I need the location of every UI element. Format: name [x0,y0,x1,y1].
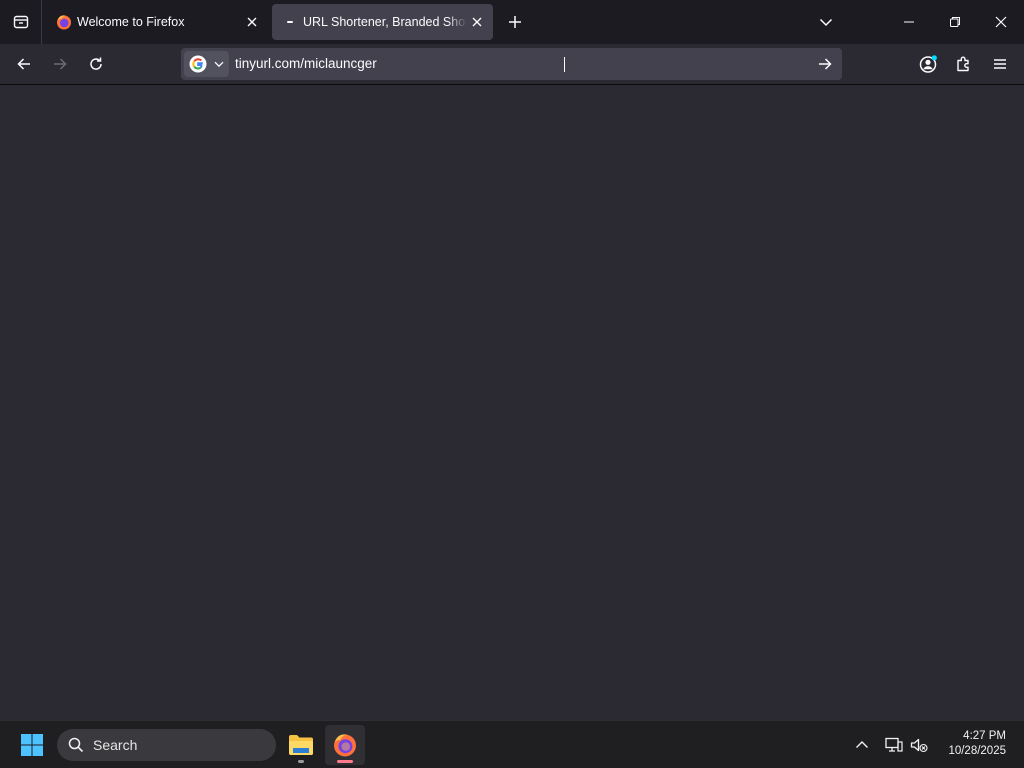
show-hidden-icons-button[interactable] [850,733,874,757]
arrow-right-icon [819,58,832,70]
hamburger-menu-icon [994,59,1006,69]
plus-icon [509,16,521,28]
minimize-icon [904,21,914,23]
start-button[interactable] [12,725,52,765]
app-menu-button[interactable] [984,48,1016,80]
restore-button[interactable] [932,0,978,44]
clock-date: 10/28/2025 [948,745,1006,757]
google-icon [189,55,207,73]
extensions-button[interactable] [948,48,980,80]
close-tab-icon[interactable] [469,14,485,30]
text-caret [564,57,565,72]
url-input[interactable] [235,48,795,80]
tab-title: Welcome to Firefox [77,15,185,29]
forward-button[interactable] [44,48,76,80]
list-all-tabs-button[interactable] [812,9,840,35]
tab-welcome-to-firefox[interactable]: Welcome to Firefox [46,4,268,40]
address-bar[interactable] [181,48,842,80]
system-clock[interactable]: 4:27 PM 10/28/2025 [926,729,1006,759]
navigation-toolbar [0,44,1024,85]
taskbar-search-box[interactable]: Search [57,729,276,761]
puzzle-icon [957,56,969,72]
reload-button[interactable] [80,48,112,80]
close-window-button[interactable] [978,0,1024,44]
network-icon [885,737,903,752]
firefox-view-icon [13,15,28,29]
running-indicator [298,760,304,763]
close-tab-icon[interactable] [244,14,260,30]
go-button[interactable] [812,51,838,77]
clock-time: 4:27 PM [963,730,1006,742]
chevron-down-icon [214,61,224,68]
firefox-icon [334,734,356,757]
search-engine-button[interactable] [184,51,229,77]
arrow-left-icon [17,58,30,70]
loading-icon [287,21,293,23]
account-icon [919,55,937,73]
new-tab-button[interactable] [502,9,528,35]
chevron-up-icon [856,741,868,748]
firefox-view-button[interactable] [0,0,42,44]
network-button[interactable] [882,733,906,757]
active-indicator [337,760,353,763]
firefox-icon [57,15,71,30]
back-button[interactable] [8,48,40,80]
tab-title: URL Shortener, Branded Short Links & Ana… [303,15,467,29]
minimize-button[interactable] [886,0,932,44]
restore-icon [950,17,960,27]
tab-tinyurl[interactable]: URL Shortener, Branded Short Links & Ana… [272,4,493,40]
arrow-right-icon [54,58,67,70]
folder-icon [289,735,313,755]
reload-icon [90,57,102,70]
close-icon [995,16,1007,28]
page-content [0,86,1024,720]
search-icon [68,737,84,753]
tab-strip: Welcome to Firefox URL Shortener, Brande… [0,0,1024,44]
chevron-down-icon [819,18,833,27]
file-explorer-button[interactable] [282,725,320,765]
account-button[interactable] [912,48,944,80]
windows-taskbar: Search 4:27 PM 10/28/2025 [0,720,1024,768]
windows-logo-icon [21,734,43,756]
search-label: Search [93,737,138,753]
firefox-taskbar-button[interactable] [325,725,365,765]
